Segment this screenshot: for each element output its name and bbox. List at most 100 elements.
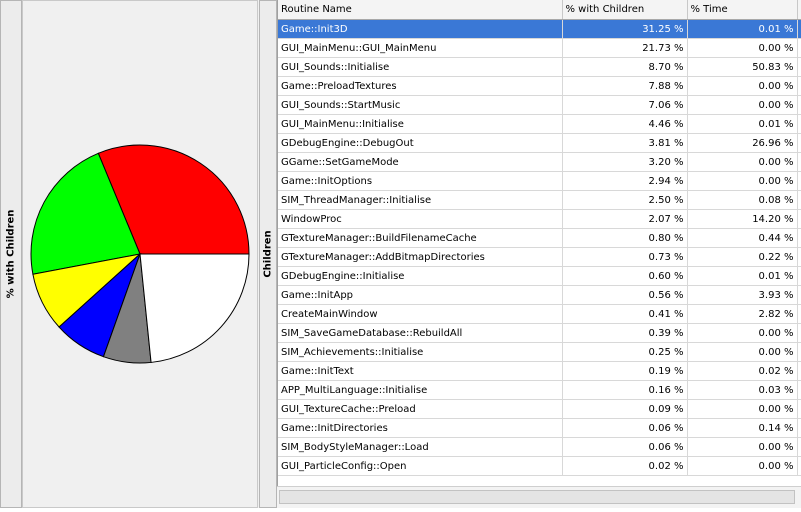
routine-name-cell: APP_MultiLanguage::Initialise <box>278 380 563 400</box>
pct-with-children-cell: 0.19 % <box>562 361 688 381</box>
table-row[interactable]: SIM_Achievements::Initialise 0.25 % 0.00 % <box>278 342 801 362</box>
routine-name-cell: GUI_MainMenu::GUI_MainMenu <box>278 38 563 58</box>
pie-chart <box>30 144 250 364</box>
pct-time-cell: 0.02 % <box>687 361 798 381</box>
table-row[interactable]: GUI_ParticleConfig::Open 0.02 % 0.00 % <box>278 456 801 476</box>
table-row[interactable]: GUI_MainMenu::GUI_MainMenu 21.73 % 0.00 % <box>278 38 801 58</box>
table-row[interactable]: SIM_BodyStyleManager::Load 0.06 % 0.00 % <box>278 437 801 457</box>
table-row[interactable]: GUI_Sounds::StartMusic 7.06 % 0.00 % <box>278 95 801 115</box>
extra-cell <box>797 19 801 39</box>
pct-with-children-tab-label: % with Children <box>5 209 17 299</box>
table-row[interactable]: Game::InitApp 0.56 % 3.93 % <box>278 285 801 305</box>
routine-name-cell: SIM_Achievements::Initialise <box>278 342 563 362</box>
routine-name-cell: Game::Init3D <box>278 19 563 39</box>
routine-name-cell: GDebugEngine::DebugOut <box>278 133 563 153</box>
pct-time-cell: 0.00 % <box>687 152 798 172</box>
routine-grid[interactable]: Routine Name % with Children % Time Game… <box>277 0 801 486</box>
extra-cell <box>797 285 801 305</box>
table-header-row: Routine Name % with Children % Time <box>278 0 801 20</box>
column-header-pct-with-children[interactable]: % with Children <box>562 0 688 20</box>
table-row[interactable]: SIM_SaveGameDatabase::RebuildAll 0.39 % 0.… <box>278 323 801 343</box>
scrollbar-thumb[interactable] <box>279 490 795 504</box>
extra-cell <box>797 437 801 457</box>
pct-time-cell: 0.00 % <box>687 323 798 343</box>
table-row[interactable]: WindowProc 2.07 % 14.20 % <box>278 209 801 229</box>
pct-with-children-cell: 2.07 % <box>562 209 688 229</box>
pct-time-cell: 3.93 % <box>687 285 798 305</box>
extra-cell <box>797 418 801 438</box>
column-header-pct-time[interactable]: % Time <box>687 0 798 20</box>
pct-time-cell: 0.08 % <box>687 190 798 210</box>
table-row[interactable]: GGame::SetGameMode 3.20 % 0.00 % <box>278 152 801 172</box>
table-row[interactable]: Game::InitOptions 2.94 % 0.00 % <box>278 171 801 191</box>
routine-name-cell: GUI_Sounds::StartMusic <box>278 95 563 115</box>
pct-with-children-cell: 3.20 % <box>562 152 688 172</box>
left-vertical-tab[interactable]: % with Children <box>0 0 22 508</box>
table-row[interactable]: SIM_ThreadManager::Initialise 2.50 % 0.08 … <box>278 190 801 210</box>
children-vertical-tab[interactable]: Children <box>259 0 277 508</box>
column-header-extra[interactable] <box>797 0 801 20</box>
pct-time-cell: 0.01 % <box>687 19 798 39</box>
pct-with-children-cell: 0.73 % <box>562 247 688 267</box>
extra-cell <box>797 304 801 324</box>
extra-cell <box>797 361 801 381</box>
pct-time-cell: 0.00 % <box>687 76 798 96</box>
extra-cell <box>797 209 801 229</box>
routine-name-cell: GUI_ParticleConfig::Open <box>278 456 563 476</box>
extra-cell <box>797 456 801 476</box>
pct-time-cell: 0.00 % <box>687 171 798 191</box>
extra-cell <box>797 228 801 248</box>
table-row[interactable]: GDebugEngine::Initialise 0.60 % 0.01 % <box>278 266 801 286</box>
children-tab-label: Children <box>262 230 274 278</box>
extra-cell <box>797 323 801 343</box>
routine-name-cell: CreateMainWindow <box>278 304 563 324</box>
extra-cell <box>797 38 801 58</box>
pct-with-children-cell: 7.06 % <box>562 95 688 115</box>
routine-name-cell: Game::PreloadTextures <box>278 76 563 96</box>
column-header-routine-name[interactable]: Routine Name <box>278 0 563 20</box>
routine-name-cell: Game::InitOptions <box>278 171 563 191</box>
table-row[interactable]: GUI_TextureCache::Preload 0.09 % 0.00 % <box>278 399 801 419</box>
extra-cell <box>797 399 801 419</box>
pct-time-cell: 26.96 % <box>687 133 798 153</box>
extra-cell <box>797 133 801 153</box>
table-row[interactable]: GDebugEngine::DebugOut 3.81 % 26.96 % <box>278 133 801 153</box>
pct-time-cell: 0.03 % <box>687 380 798 400</box>
routine-name-cell: SIM_ThreadManager::Initialise <box>278 190 563 210</box>
window-bottom-edge <box>0 508 801 512</box>
horizontal-scrollbar[interactable] <box>277 486 801 508</box>
pct-time-cell: 0.14 % <box>687 418 798 438</box>
table-row[interactable]: CreateMainWindow 0.41 % 2.82 % <box>278 304 801 324</box>
pct-with-children-cell: 0.60 % <box>562 266 688 286</box>
routine-table: Routine Name % with Children % Time Game… <box>278 0 801 476</box>
pct-with-children-cell: 3.81 % <box>562 133 688 153</box>
pct-time-cell: 0.00 % <box>687 399 798 419</box>
routine-name-cell: GTextureManager::BuildFilenameCache <box>278 228 563 248</box>
pct-time-cell: 0.44 % <box>687 228 798 248</box>
pct-with-children-cell: 0.06 % <box>562 418 688 438</box>
extra-cell <box>797 152 801 172</box>
routine-name-cell: Game::InitDirectories <box>278 418 563 438</box>
extra-cell <box>797 342 801 362</box>
table-row[interactable]: GUI_MainMenu::Initialise 4.46 % 0.01 % <box>278 114 801 134</box>
table-row[interactable]: Game::InitDirectories 0.06 % 0.14 % <box>278 418 801 438</box>
pie-chart-pane <box>22 0 258 508</box>
table-row[interactable]: Game::InitText 0.19 % 0.02 % <box>278 361 801 381</box>
routine-name-cell: Game::InitApp <box>278 285 563 305</box>
table-row[interactable]: GTextureManager::AddBitmapDirectories 0.7… <box>278 247 801 267</box>
pct-with-children-cell: 0.56 % <box>562 285 688 305</box>
table-row[interactable]: APP_MultiLanguage::Initialise 0.16 % 0.03 … <box>278 380 801 400</box>
pct-with-children-cell: 0.41 % <box>562 304 688 324</box>
routine-name-cell: SIM_SaveGameDatabase::RebuildAll <box>278 323 563 343</box>
pct-time-cell: 50.83 % <box>687 57 798 77</box>
table-row[interactable]: Game::Init3D 31.25 % 0.01 % <box>278 19 801 39</box>
table-row[interactable]: GTextureManager::BuildFilenameCache 0.80 … <box>278 228 801 248</box>
pct-with-children-cell: 0.25 % <box>562 342 688 362</box>
pct-with-children-cell: 8.70 % <box>562 57 688 77</box>
routine-name-cell: GUI_MainMenu::Initialise <box>278 114 563 134</box>
extra-cell <box>797 266 801 286</box>
table-row[interactable]: GUI_Sounds::Initialise 8.70 % 50.83 % <box>278 57 801 77</box>
pct-time-cell: 0.01 % <box>687 266 798 286</box>
table-row[interactable]: Game::PreloadTextures 7.88 % 0.00 % <box>278 76 801 96</box>
routine-name-cell: Game::InitText <box>278 361 563 381</box>
